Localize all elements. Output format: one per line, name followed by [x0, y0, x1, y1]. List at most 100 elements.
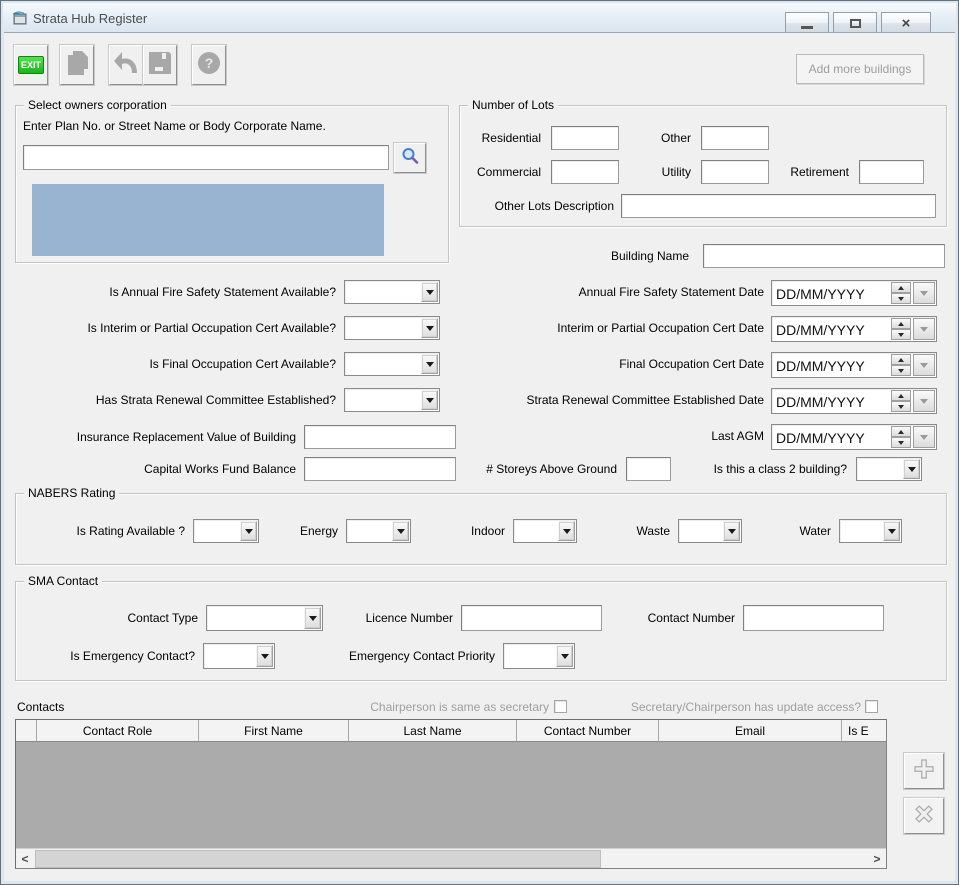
- chevron-down-icon[interactable]: [723, 521, 740, 541]
- contacts-table-header: Contact Role First Name Last Name Contac…: [16, 720, 886, 742]
- interim-cert-date-field[interactable]: DD/MM/YYYY: [771, 316, 937, 342]
- insurance-value-input[interactable]: [304, 425, 456, 449]
- utility-input[interactable]: [701, 160, 769, 184]
- title-bar[interactable]: Strata Hub Register ×: [3, 3, 956, 35]
- final-cert-date-field[interactable]: DD/MM/YYYY: [771, 352, 937, 378]
- chairperson-checkbox[interactable]: [554, 700, 567, 713]
- contact-role-header[interactable]: Contact Role: [37, 720, 199, 742]
- undo-button[interactable]: [109, 45, 143, 85]
- add-contact-button[interactable]: [904, 753, 944, 789]
- commercial-input[interactable]: [551, 160, 619, 184]
- question-mark-icon: ?: [195, 49, 223, 82]
- close-icon: ×: [901, 15, 911, 32]
- add-more-buildings-button[interactable]: Add more buildings: [796, 54, 924, 84]
- chevron-down-icon[interactable]: [421, 390, 438, 410]
- final-cert-date-label: Final Occupation Cert Date: [619, 357, 764, 371]
- chevron-down-icon[interactable]: [556, 645, 573, 667]
- licence-number-input[interactable]: [461, 605, 602, 631]
- number-of-lots-group-title: Number of Lots: [468, 98, 559, 112]
- renewal-committee-date-field[interactable]: DD/MM/YYYY: [771, 388, 937, 414]
- date-spinner[interactable]: [891, 282, 911, 304]
- storeys-input[interactable]: [626, 457, 671, 481]
- residential-input[interactable]: [551, 126, 619, 150]
- search-button[interactable]: [394, 143, 426, 173]
- undo-icon: [112, 49, 140, 82]
- scroll-left-icon[interactable]: <: [16, 849, 34, 869]
- chevron-down-icon[interactable]: [913, 282, 935, 304]
- date-spinner[interactable]: [891, 390, 911, 412]
- save-button[interactable]: [143, 45, 177, 85]
- contacts-table[interactable]: Contact Role First Name Last Name Contac…: [15, 719, 887, 869]
- scroll-right-icon[interactable]: >: [868, 849, 886, 869]
- indoor-combo[interactable]: [513, 519, 577, 543]
- email-header[interactable]: Email: [659, 720, 842, 742]
- water-combo[interactable]: [839, 519, 902, 543]
- class2-label: Is this a class 2 building?: [713, 462, 847, 476]
- scrollbar-thumb[interactable]: [35, 850, 601, 868]
- commercial-label: Commercial: [476, 165, 541, 179]
- chevron-down-icon[interactable]: [558, 521, 575, 541]
- sma-contact-number-input[interactable]: [743, 605, 884, 631]
- building-name-input[interactable]: [703, 244, 945, 268]
- contacts-section-label: Contacts: [17, 700, 65, 714]
- chevron-down-icon[interactable]: [256, 645, 273, 667]
- chevron-down-icon[interactable]: [421, 282, 438, 302]
- sma-contact-group-title: SMA Contact: [24, 574, 103, 588]
- sma-contact-group: SMA Contact: [15, 574, 947, 681]
- delete-contact-button[interactable]: [904, 798, 944, 834]
- contact-number-header[interactable]: Contact Number: [517, 720, 659, 742]
- new-record-button[interactable]: [60, 45, 94, 85]
- owners-corporation-listbox[interactable]: [32, 184, 384, 256]
- contacts-table-body[interactable]: [16, 742, 886, 848]
- interim-cert-available-combo[interactable]: [344, 316, 440, 340]
- secretary-access-checkbox[interactable]: [865, 700, 878, 713]
- is-emergency-header[interactable]: Is E: [842, 720, 886, 742]
- contacts-table-hscrollbar[interactable]: < >: [16, 848, 886, 868]
- renewal-committee-combo[interactable]: [344, 388, 440, 412]
- last-name-header[interactable]: Last Name: [349, 720, 517, 742]
- water-label: Water: [799, 524, 831, 538]
- chevron-down-icon[interactable]: [421, 354, 438, 374]
- chevron-down-icon[interactable]: [304, 607, 321, 629]
- energy-label: Energy: [299, 524, 338, 538]
- chevron-down-icon[interactable]: [240, 521, 257, 541]
- retirement-input[interactable]: [859, 160, 924, 184]
- waste-combo[interactable]: [678, 519, 742, 543]
- capital-works-input[interactable]: [304, 457, 456, 481]
- class2-combo[interactable]: [856, 457, 922, 481]
- help-button[interactable]: ?: [192, 45, 226, 85]
- window-title: Strata Hub Register: [33, 11, 148, 26]
- date-spinner[interactable]: [891, 318, 911, 340]
- energy-combo[interactable]: [346, 519, 411, 543]
- chevron-down-icon[interactable]: [883, 521, 900, 541]
- contact-type-combo[interactable]: [206, 605, 323, 631]
- date-spinner[interactable]: [891, 426, 911, 448]
- fire-safety-date-field[interactable]: DD/MM/YYYY: [771, 280, 937, 306]
- first-name-header[interactable]: First Name: [199, 720, 349, 742]
- chevron-down-icon[interactable]: [913, 390, 935, 412]
- other-lots-description-input[interactable]: [621, 194, 936, 218]
- exit-button[interactable]: EXIT: [14, 45, 48, 85]
- last-agm-date-field[interactable]: DD/MM/YYYY: [771, 424, 937, 450]
- other-input[interactable]: [701, 126, 769, 150]
- chevron-down-icon[interactable]: [913, 426, 935, 448]
- fire-safety-date-label: Annual Fire Safety Statement Date: [578, 285, 764, 299]
- chevron-down-icon[interactable]: [392, 521, 409, 541]
- chevron-down-icon[interactable]: [913, 354, 935, 376]
- storeys-label: # Storeys Above Ground: [486, 462, 617, 476]
- final-cert-available-combo[interactable]: [344, 352, 440, 376]
- rating-available-combo[interactable]: [193, 519, 259, 543]
- chevron-down-icon[interactable]: [421, 318, 438, 338]
- is-emergency-combo[interactable]: [203, 643, 275, 669]
- chevron-down-icon[interactable]: [913, 318, 935, 340]
- emergency-priority-combo[interactable]: [503, 643, 575, 669]
- fire-safety-available-label: Is Annual Fire Safety Statement Availabl…: [109, 285, 336, 299]
- other-label: Other: [660, 131, 691, 145]
- owners-search-input[interactable]: [23, 145, 389, 170]
- fire-safety-available-combo[interactable]: [344, 280, 440, 304]
- emergency-priority-label: Emergency Contact Priority: [348, 649, 495, 663]
- date-spinner[interactable]: [891, 354, 911, 376]
- maximize-icon: [849, 19, 861, 28]
- utility-label: Utility: [661, 165, 691, 179]
- chevron-down-icon[interactable]: [903, 459, 920, 479]
